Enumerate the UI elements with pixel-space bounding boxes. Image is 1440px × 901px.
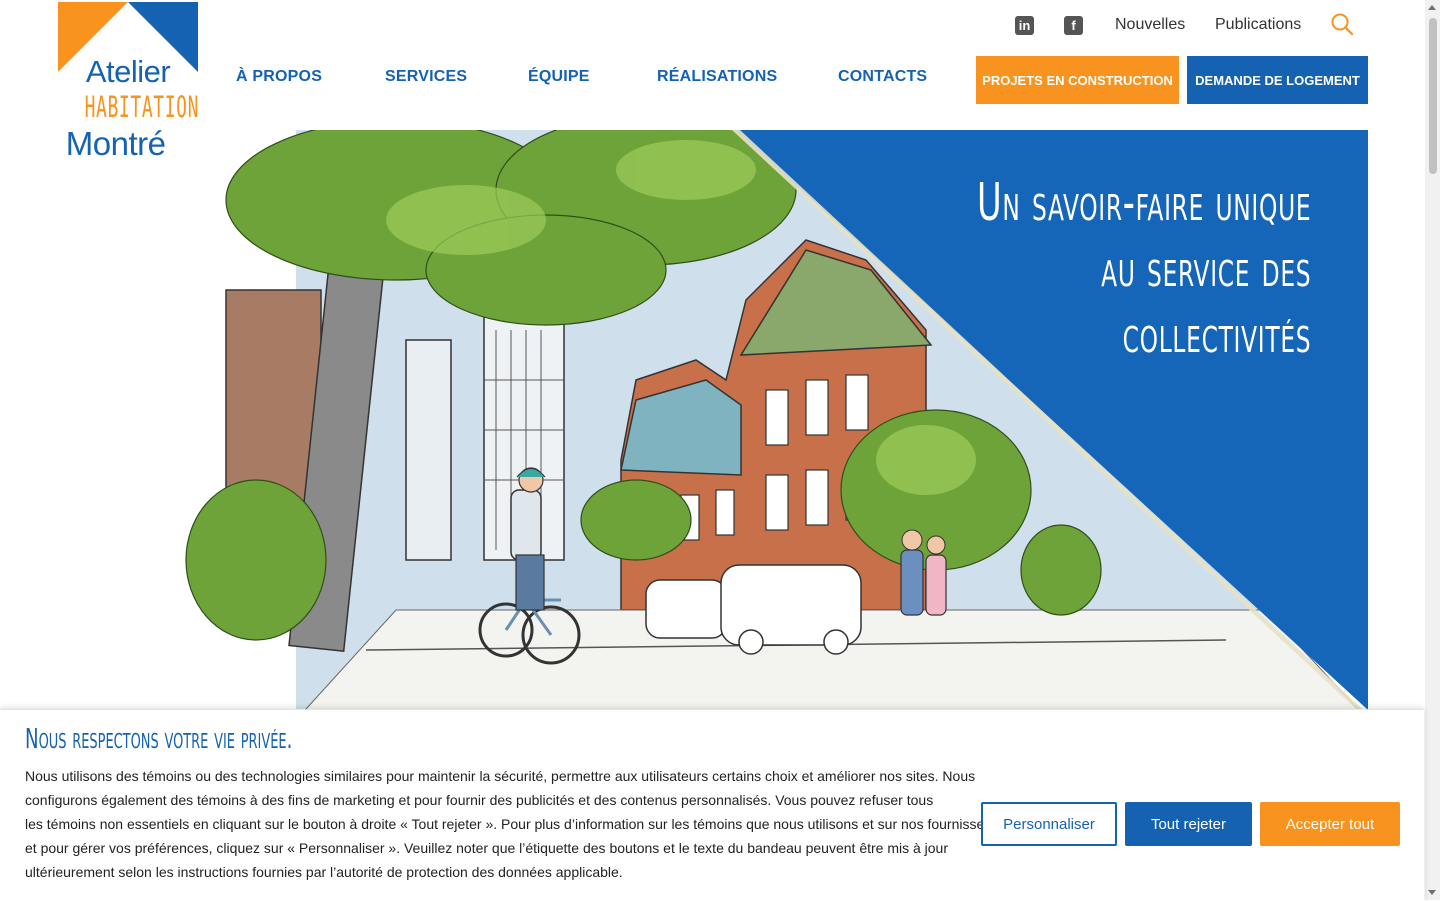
accepter-tout-button[interactable]: Accepter tout: [1260, 802, 1400, 846]
projets-en-construction-button[interactable]: PROJETS EN CONSTRUCTION: [976, 56, 1179, 104]
facebook-link[interactable]: f: [1064, 12, 1083, 38]
page-scrollbar[interactable]: [1425, 0, 1440, 900]
hero-title-line-1: Un savoir-faire unique: [976, 173, 1311, 233]
nav-services[interactable]: SERVICES: [385, 68, 467, 86]
facebook-icon: f: [1064, 15, 1083, 35]
scroll-up-arrow-icon[interactable]: [1428, 5, 1436, 10]
nav-realisations[interactable]: RÉALISATIONS: [657, 68, 777, 86]
logo-text-habitation: HABITATION: [84, 90, 200, 124]
demande-de-logement-button[interactable]: DEMANDE DE LOGEMENT: [1187, 56, 1368, 104]
nav-publications[interactable]: Publications: [1215, 12, 1301, 38]
nav-equipe[interactable]: ÉQUIPE: [528, 68, 590, 86]
cookie-text-line: ultérieurement selon les instructions fo…: [25, 864, 623, 880]
linkedin-icon: in: [1015, 15, 1034, 35]
cookie-text-line: et pour gérer vos préférences, cliquez s…: [25, 840, 949, 856]
hero-title: Un savoir-faire unique au service des co…: [847, 170, 1311, 368]
personnaliser-button[interactable]: Personnaliser: [981, 802, 1117, 846]
hero-title-line-3: collectivités: [1122, 305, 1311, 365]
nav-contacts[interactable]: CONTACTS: [838, 68, 927, 86]
scrollbar-thumb[interactable]: [1429, 18, 1437, 174]
search-icon[interactable]: [1330, 12, 1354, 36]
scroll-down-arrow-icon[interactable]: [1428, 890, 1436, 895]
cookie-text-line: configurons également des témoins à des …: [25, 792, 934, 808]
nav-a-propos[interactable]: À PROPOS: [236, 68, 322, 86]
cookie-banner-text: Nous utilisons des témoins ou des techno…: [25, 764, 1008, 884]
cookie-banner-title: Nous respectons votre vie privée.: [25, 722, 293, 755]
logo-text-atelier: Atelier: [85, 54, 171, 89]
hero-title-line-2: au service des: [1100, 239, 1311, 299]
cookie-text-line: Nous utilisons des témoins ou des techno…: [25, 768, 976, 784]
nav-nouvelles[interactable]: Nouvelles: [1115, 12, 1185, 38]
cookie-text-line: les témoins non essentiels en cliquant s…: [25, 816, 1008, 832]
tout-rejeter-button[interactable]: Tout rejeter: [1125, 802, 1252, 846]
linkedin-link[interactable]: in: [1015, 12, 1034, 38]
cookie-banner: Nous respectons votre vie privée. Nous u…: [0, 709, 1424, 901]
hero-banner: Un savoir-faire unique au service des co…: [166, 130, 1368, 720]
